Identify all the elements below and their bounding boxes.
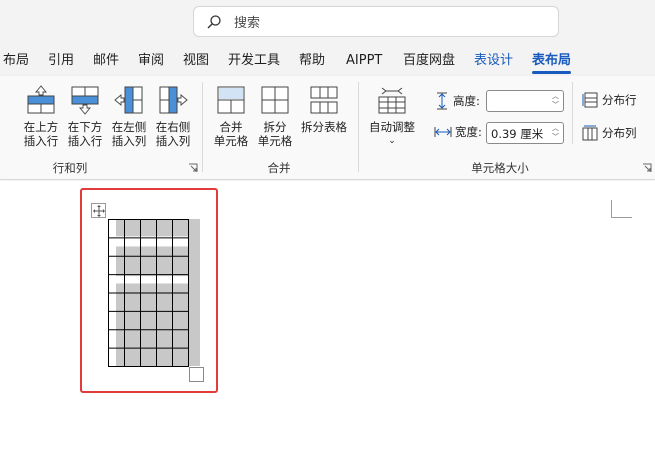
width-value: 0.39 厘米	[491, 127, 544, 141]
spinner-arrows-icon[interactable]: ︿ ﹀	[552, 124, 559, 142]
tab-review[interactable]: 审阅	[138, 44, 164, 76]
width-input[interactable]: 0.39 厘米 ︿ ﹀	[486, 122, 564, 144]
tab-mailings[interactable]: 邮件	[93, 44, 119, 76]
autofit-button[interactable]: 自动调整 ⌄	[364, 84, 420, 148]
group-label-rows-cols: 行和列	[52, 161, 88, 175]
search-placeholder: 搜索	[234, 16, 261, 31]
tab-view[interactable]: 视图	[183, 44, 209, 76]
height-label-wrap: 高度:	[434, 92, 480, 110]
tab-baidu-netdisk[interactable]: 百度网盘	[403, 44, 455, 76]
merge-cells-icon	[217, 86, 245, 114]
split-table-button[interactable]: 拆分表格	[298, 84, 350, 134]
cell-unshaded	[116, 276, 188, 284]
insert-row-above-icon	[27, 85, 55, 114]
distribute-rows-button[interactable]: 分布行	[582, 92, 637, 108]
merge-cells-label: 合并 单元格	[213, 120, 249, 148]
distribute-cols-icon	[582, 125, 598, 141]
merge-cells-button[interactable]: 合并 单元格	[210, 84, 252, 148]
column-width-icon	[434, 127, 452, 137]
ribbon-tabs: 布局 引用 邮件 审阅 视图 开发工具 帮助 AIPPT 百度网盘 表设计 表布…	[0, 44, 655, 76]
ribbon: 在上方 插入行 在下方 插入行 在左侧 插入列 在右侧 插入列 行和列 合并 单…	[0, 76, 655, 180]
insert-col-left-label: 在左侧 插入列	[111, 120, 147, 148]
autofit-label: 自动调整	[369, 120, 415, 134]
group-divider	[358, 82, 359, 172]
chevron-down-icon: ⌄	[388, 136, 396, 146]
distribute-cols-label: 分布列	[602, 126, 637, 140]
insert-row-below-label: 在下方 插入行	[67, 120, 103, 148]
split-table-icon	[310, 86, 338, 114]
group-divider	[202, 82, 203, 172]
insert-row-above-label: 在上方 插入行	[23, 120, 59, 148]
table-move-handle[interactable]	[91, 203, 106, 218]
insert-col-right-button[interactable]: 在右侧 插入列	[152, 84, 194, 148]
insert-col-right-icon	[159, 86, 188, 114]
tab-references[interactable]: 引用	[48, 44, 74, 76]
move-icon	[92, 204, 105, 217]
autofit-icon	[378, 87, 406, 114]
table[interactable]	[108, 219, 200, 369]
tab-layout[interactable]: 布局	[3, 44, 29, 76]
insert-row-below-icon	[71, 86, 99, 115]
group-label-merge: 合并	[267, 161, 291, 175]
group-label-cell-size: 单元格大小	[471, 161, 529, 175]
group-divider	[572, 82, 573, 144]
width-label-wrap: 宽度:	[434, 124, 482, 140]
distribute-rows-label: 分布行	[602, 93, 637, 107]
distribute-rows-icon	[582, 92, 598, 108]
insert-col-left-icon	[114, 86, 143, 114]
insert-row-above-button[interactable]: 在上方 插入行	[20, 84, 62, 148]
split-table-label: 拆分表格	[301, 120, 347, 134]
spinner-arrows-icon[interactable]: ︿ ﹀	[552, 92, 559, 110]
insert-col-right-label: 在右侧 插入列	[155, 120, 191, 148]
split-cells-button[interactable]: 拆分 单元格	[254, 84, 296, 148]
table-resize-handle[interactable]	[189, 367, 204, 382]
insert-row-below-button[interactable]: 在下方 插入行	[64, 84, 106, 148]
title-bar: 搜索	[0, 0, 655, 44]
tab-developer[interactable]: 开发工具	[228, 44, 280, 76]
split-cells-label: 拆分 单元格	[257, 120, 293, 148]
tab-table-design[interactable]: 表设计	[474, 44, 513, 76]
tab-help[interactable]: 帮助	[299, 44, 325, 76]
height-label: 高度:	[453, 94, 480, 108]
insert-col-left-button[interactable]: 在左侧 插入列	[108, 84, 150, 148]
height-input[interactable]: ︿ ﹀	[486, 90, 564, 112]
cell-size-launcher-icon[interactable]	[642, 163, 652, 173]
row-height-icon	[437, 92, 447, 110]
search-icon	[206, 13, 224, 31]
split-cells-icon	[261, 86, 289, 114]
tab-aippt[interactable]: AIPPT	[346, 44, 382, 76]
distribute-cols-button[interactable]: 分布列	[582, 125, 637, 141]
search-box[interactable]: 搜索	[193, 6, 559, 37]
width-label: 宽度:	[455, 125, 482, 139]
tab-table-layout[interactable]: 表布局	[532, 44, 572, 76]
page-margin-marker	[611, 200, 632, 218]
rows-cols-launcher-icon[interactable]	[188, 163, 198, 173]
